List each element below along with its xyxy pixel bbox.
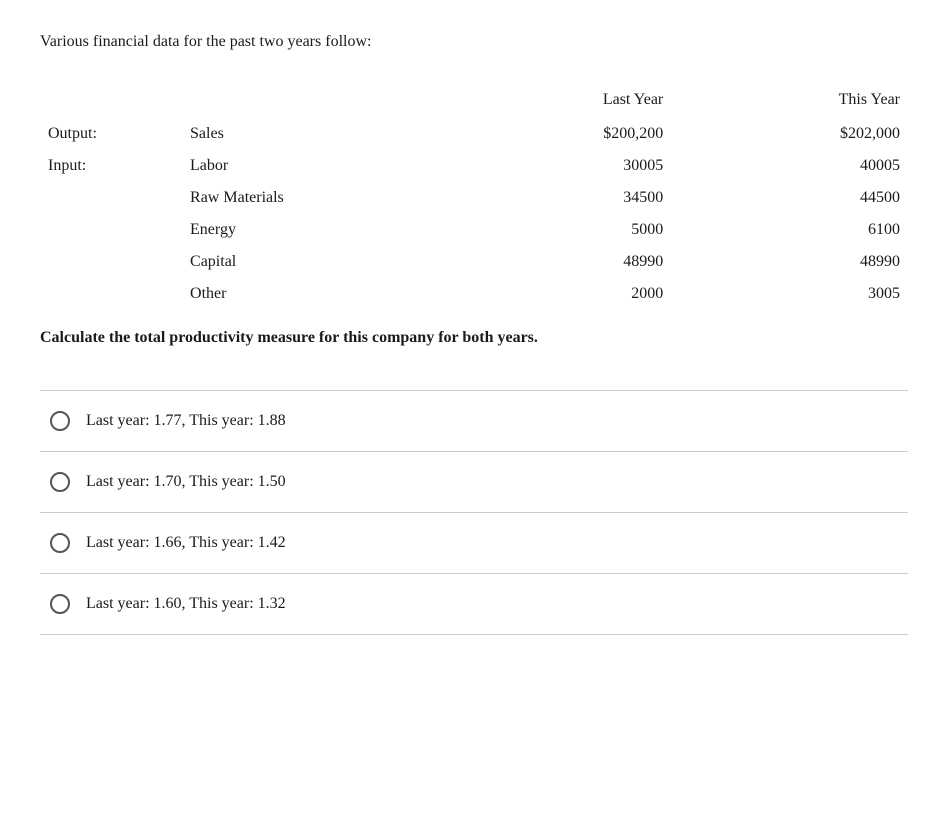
financial-table: Last Year This Year Output:Sales$200,200… [40, 84, 908, 310]
options-container: Last year: 1.77, This year: 1.88 Last yea… [40, 390, 908, 635]
row-item: Labor [182, 150, 435, 182]
radio-button-0[interactable] [50, 411, 70, 431]
row-this-year-value: 44500 [671, 182, 908, 214]
row-this-year-value: 6100 [671, 214, 908, 246]
row-category [40, 214, 182, 246]
row-last-year-value: $200,200 [435, 118, 672, 150]
row-this-year-value: 48990 [671, 246, 908, 278]
row-last-year-value: 48990 [435, 246, 672, 278]
table-row: Capital4899048990 [40, 246, 908, 278]
row-item: Raw Materials [182, 182, 435, 214]
row-category: Output: [40, 118, 182, 150]
option-row-2[interactable]: Last year: 1.66, This year: 1.42 [40, 512, 908, 573]
row-category [40, 278, 182, 310]
option-label-0: Last year: 1.77, This year: 1.88 [86, 409, 286, 433]
option-label-2: Last year: 1.66, This year: 1.42 [86, 531, 286, 555]
table-row: Energy50006100 [40, 214, 908, 246]
row-category: Input: [40, 150, 182, 182]
radio-button-3[interactable] [50, 594, 70, 614]
header-last-year: Last Year [435, 84, 672, 118]
option-row-1[interactable]: Last year: 1.70, This year: 1.50 [40, 451, 908, 512]
row-item: Sales [182, 118, 435, 150]
row-category [40, 246, 182, 278]
radio-button-2[interactable] [50, 533, 70, 553]
option-row-3[interactable]: Last year: 1.60, This year: 1.32 [40, 573, 908, 635]
row-item: Capital [182, 246, 435, 278]
row-last-year-value: 5000 [435, 214, 672, 246]
row-item: Other [182, 278, 435, 310]
table-row: Input:Labor3000540005 [40, 150, 908, 182]
table-row: Raw Materials3450044500 [40, 182, 908, 214]
row-this-year-value: $202,000 [671, 118, 908, 150]
row-last-year-value: 34500 [435, 182, 672, 214]
row-last-year-value: 30005 [435, 150, 672, 182]
row-last-year-value: 2000 [435, 278, 672, 310]
option-label-1: Last year: 1.70, This year: 1.50 [86, 470, 286, 494]
intro-text: Various financial data for the past two … [40, 30, 908, 54]
calculate-text: Calculate the total productivity measure… [40, 326, 908, 350]
row-category [40, 182, 182, 214]
row-item: Energy [182, 214, 435, 246]
option-label-3: Last year: 1.60, This year: 1.32 [86, 592, 286, 616]
header-this-year: This Year [671, 84, 908, 118]
table-row: Output:Sales$200,200$202,000 [40, 118, 908, 150]
radio-button-1[interactable] [50, 472, 70, 492]
table-row: Other20003005 [40, 278, 908, 310]
option-row-0[interactable]: Last year: 1.77, This year: 1.88 [40, 390, 908, 451]
row-this-year-value: 3005 [671, 278, 908, 310]
row-this-year-value: 40005 [671, 150, 908, 182]
